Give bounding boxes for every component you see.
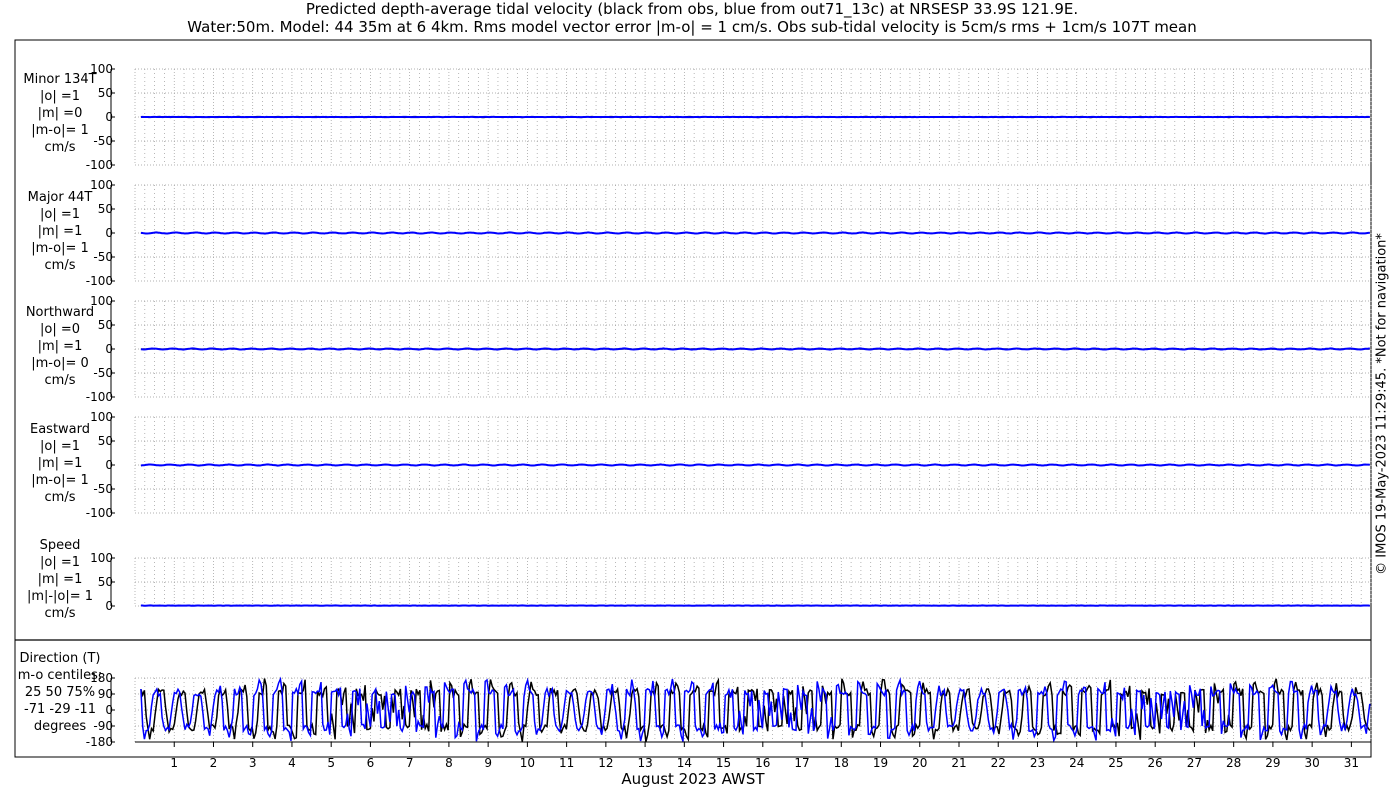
y-tick-label: -100: [86, 158, 113, 172]
y-tick-label: 100: [90, 551, 113, 565]
x-tick-label: 17: [794, 756, 809, 770]
panel-label-line: |m-o|= 1: [31, 473, 89, 488]
series-line-model: [140, 231, 1370, 235]
panel-label-line: |m-o|= 1: [31, 123, 89, 138]
panel-label-line: cm/s: [45, 140, 76, 155]
x-tick-label: 12: [598, 756, 613, 770]
x-tick-label: 22: [991, 756, 1006, 770]
x-axis-label: August 2023 AWST: [621, 770, 765, 788]
panel-label-line: |m-o|= 0: [31, 356, 89, 371]
y-tick-label: 0: [105, 703, 113, 717]
y-tick-label: 100: [90, 410, 113, 424]
panel-label-line: degrees: [34, 719, 87, 734]
x-tick-label: 20: [912, 756, 927, 770]
x-tick-label: 15: [716, 756, 731, 770]
panel-label-line: Northward: [26, 305, 94, 320]
x-tick-label: 29: [1265, 756, 1280, 770]
x-tick-label: 14: [677, 756, 692, 770]
tidal-velocity-chart: 100500-50-100Minor 134T|o| =1|m| =0|m-o|…: [14, 39, 1372, 788]
x-tick-label: 10: [520, 756, 535, 770]
x-tick-label: 2: [210, 756, 218, 770]
panel-label-line: |m| =1: [38, 572, 83, 587]
panel-label-line: cm/s: [45, 258, 76, 273]
x-tick-label: 16: [755, 756, 770, 770]
panel-label-line: |o| =1: [40, 89, 80, 104]
panel-label-line: -71 -29 -11: [24, 702, 96, 717]
panel-label-line: |m| =0: [38, 106, 83, 121]
x-tick-label: 23: [1030, 756, 1045, 770]
panel-label-line: |o| =1: [40, 207, 80, 222]
y-tick-label: 0: [105, 226, 113, 240]
panel-label-line: |o| =1: [40, 555, 80, 570]
panel-label-line: 25 50 75%: [25, 685, 95, 700]
x-tick-label: 31: [1344, 756, 1359, 770]
panel-label-line: Direction (T): [20, 651, 101, 666]
y-tick-label: 0: [105, 599, 113, 613]
panel-label-line: Eastward: [30, 422, 90, 437]
x-tick-label: 1: [170, 756, 178, 770]
x-tick-label: 28: [1226, 756, 1241, 770]
y-tick-label: -50: [93, 366, 113, 380]
y-tick-label: -100: [86, 506, 113, 520]
panel-label-line: Major 44T: [28, 190, 93, 205]
series-line-model: [140, 347, 1370, 351]
x-tick-label: 30: [1305, 756, 1320, 770]
x-tick-label: 27: [1187, 756, 1202, 770]
x-tick-label: 13: [637, 756, 652, 770]
y-tick-label: -100: [86, 390, 113, 404]
panel-label-line: cm/s: [45, 373, 76, 388]
x-tick-label: 24: [1069, 756, 1084, 770]
x-tick-label: 19: [873, 756, 888, 770]
x-tick-label: 8: [445, 756, 453, 770]
panel-label-line: |o| =0: [40, 322, 80, 337]
series-line-model: [140, 463, 1370, 467]
panel-label-line: |m| =1: [38, 224, 83, 239]
x-tick-label: 6: [367, 756, 375, 770]
panel-label-line: |o| =1: [40, 439, 80, 454]
y-tick-label: 100: [90, 178, 113, 192]
y-tick-label: -100: [86, 274, 113, 288]
x-tick-label: 5: [327, 756, 335, 770]
panel-label-line: |m-o|= 1: [31, 241, 89, 256]
panel-label-line: Minor 134T: [23, 72, 96, 87]
x-tick-label: 21: [951, 756, 966, 770]
y-tick-label: 0: [105, 342, 113, 356]
panel-label-line: |m|-|o|= 1: [27, 589, 93, 604]
y-tick-label: -50: [93, 482, 113, 496]
x-tick-label: 3: [249, 756, 257, 770]
panel-label-line: |m| =1: [38, 456, 83, 471]
y-tick-label: 0: [105, 458, 113, 472]
x-tick-label: 7: [406, 756, 414, 770]
x-tick-label: 18: [834, 756, 849, 770]
panel-label-line: cm/s: [45, 490, 76, 505]
panel-label-line: m-o centiles:: [18, 668, 103, 683]
x-tick-label: 26: [1148, 756, 1163, 770]
x-tick-label: 11: [559, 756, 574, 770]
panel-label-line: |m| =1: [38, 339, 83, 354]
plot-frame: [14, 39, 1372, 758]
panel-label-line: cm/s: [45, 606, 76, 621]
x-tick-label: 9: [484, 756, 492, 770]
y-tick-label: -90: [93, 719, 113, 733]
x-tick-label: 25: [1108, 756, 1123, 770]
panel-label-line: Speed: [40, 538, 81, 553]
copyright-text: © IMOS 19-May-2023 11:29:45. *Not for na…: [1374, 233, 1390, 575]
y-tick-label: -180: [86, 735, 113, 749]
y-tick-label: -50: [93, 250, 113, 264]
x-tick-label: 4: [288, 756, 296, 770]
y-tick-label: -50: [93, 134, 113, 148]
y-tick-label: 0: [105, 110, 113, 124]
